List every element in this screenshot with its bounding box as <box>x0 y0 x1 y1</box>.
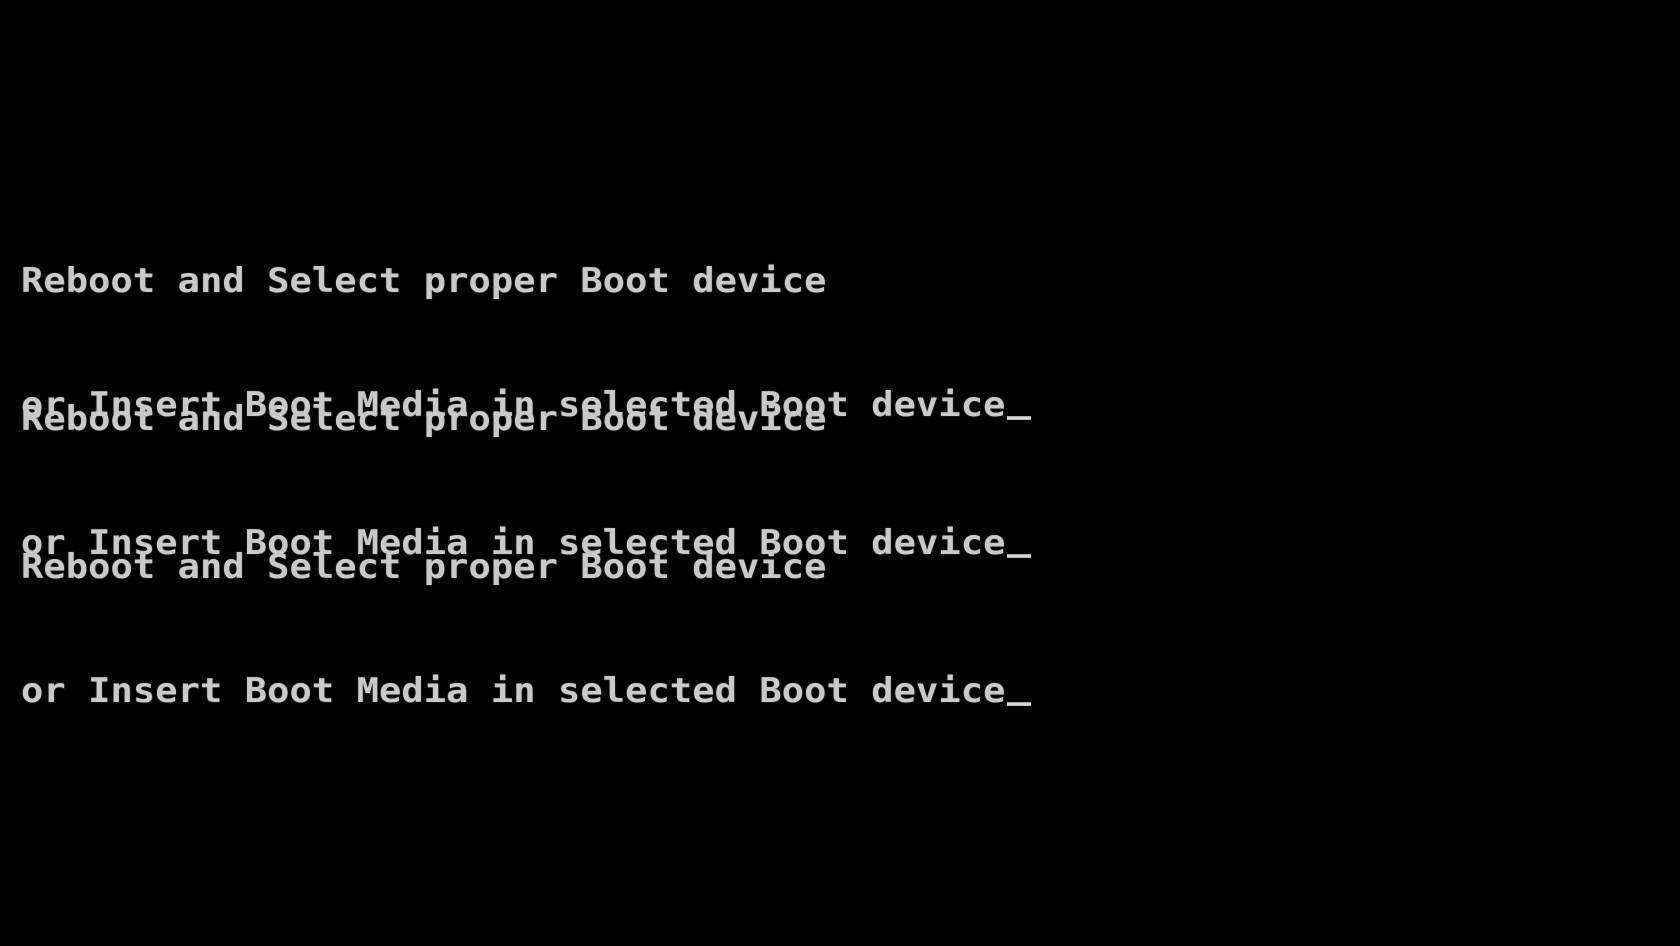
boot-error-line-2: or Insert Boot Media in selected Boot de… <box>21 670 1006 711</box>
boot-error-line-1: Reboot and Select proper Boot device <box>21 260 827 301</box>
boot-error-line-1: Reboot and Select proper Boot device <box>21 398 827 439</box>
text-cursor-icon <box>1006 702 1031 706</box>
boot-error-message: Reboot and Select proper Boot device or … <box>21 463 1031 794</box>
bios-boot-error-screen: Reboot and Select proper Boot device or … <box>0 0 1680 946</box>
boot-error-line-1: Reboot and Select proper Boot device <box>21 546 827 587</box>
